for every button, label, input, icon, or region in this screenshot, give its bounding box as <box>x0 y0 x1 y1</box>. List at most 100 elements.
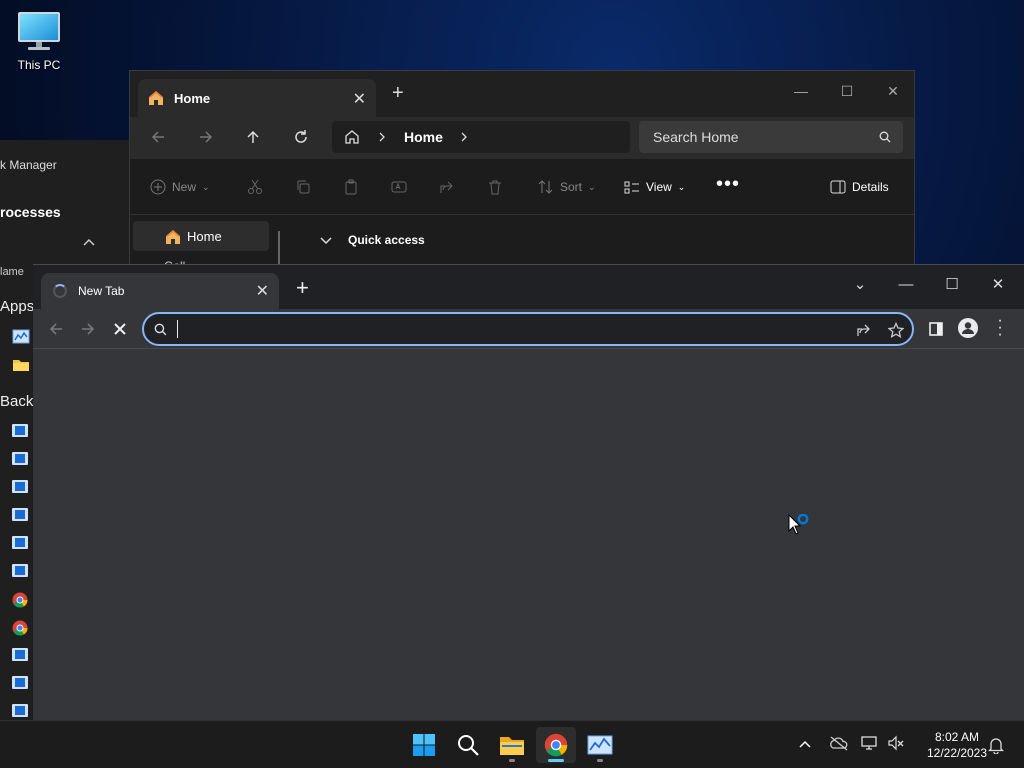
task-manager-section-title: rocesses <box>0 204 61 220</box>
close-tab-icon[interactable]: ✕ <box>353 89 366 109</box>
process-row[interactable] <box>12 329 30 345</box>
task-manager-icon <box>587 735 613 755</box>
view-label: View <box>646 180 672 194</box>
taskbar-task-manager[interactable] <box>580 727 620 763</box>
share-icon[interactable] <box>856 322 872 338</box>
refresh-icon[interactable] <box>293 129 309 145</box>
share-icon[interactable] <box>439 179 455 195</box>
more-options-button[interactable]: ••• <box>716 173 740 196</box>
view-list-icon <box>624 181 639 194</box>
search-input[interactable]: Search Home <box>639 121 903 153</box>
sort-button[interactable]: Sort ⌄ <box>538 179 596 195</box>
new-label: New <box>172 180 197 194</box>
explorer-address-bar: Home Search Home <box>130 117 914 159</box>
omnibox-input[interactable] <box>176 320 836 340</box>
breadcrumb-home[interactable]: Home <box>404 129 443 145</box>
details-pane-icon <box>830 180 846 194</box>
page-content-area[interactable] <box>33 350 1024 721</box>
process-icon <box>12 480 28 493</box>
chrome-icon <box>544 733 568 757</box>
resource-monitor-icon <box>12 329 30 344</box>
taskbar-search-button[interactable] <box>448 727 488 763</box>
process-row[interactable] <box>12 357 30 373</box>
quick-access-header[interactable]: Quick access <box>348 233 425 247</box>
process-row[interactable] <box>12 676 30 692</box>
chrome-tab-new-tab[interactable]: New Tab ✕ <box>41 273 279 309</box>
chevron-right-icon <box>379 132 385 142</box>
close-tab-icon[interactable]: ✕ <box>256 281 269 301</box>
process-row[interactable] <box>12 480 30 496</box>
plus-circle-icon <box>150 179 166 195</box>
process-row[interactable] <box>12 452 30 468</box>
cut-icon[interactable] <box>247 179 263 195</box>
column-header-name[interactable]: lame <box>0 266 24 278</box>
process-icon <box>12 452 28 465</box>
process-row[interactable] <box>12 592 30 608</box>
sort-icon <box>538 180 553 194</box>
sort-label: Sort <box>560 180 583 194</box>
process-row[interactable] <box>12 648 30 664</box>
back-arrow-icon[interactable] <box>48 321 64 337</box>
network-icon[interactable] <box>861 735 879 751</box>
volume-muted-icon[interactable] <box>887 735 905 751</box>
omnibox[interactable] <box>142 312 914 346</box>
notification-bell-icon[interactable] <box>988 736 1004 754</box>
process-row[interactable] <box>12 424 30 440</box>
explorer-tab-home[interactable]: Home ✕ <box>138 79 376 117</box>
process-row[interactable] <box>12 508 30 524</box>
delete-icon[interactable] <box>487 179 503 195</box>
desktop-icon-this-pc[interactable]: This PC <box>10 10 68 72</box>
breadcrumb[interactable]: Home <box>332 121 630 153</box>
active-indicator <box>548 759 564 762</box>
taskbar-file-explorer[interactable] <box>492 727 532 763</box>
close-window-button[interactable]: ✕ <box>975 269 1021 299</box>
process-icon <box>12 648 28 661</box>
tab-search-icon[interactable]: ⌄ <box>837 269 883 299</box>
new-tab-button[interactable]: + <box>296 277 309 299</box>
chevron-down-icon[interactable] <box>320 235 332 245</box>
process-icon <box>12 564 28 577</box>
home-icon <box>149 91 163 105</box>
new-button[interactable]: New ⌄ <box>150 179 210 195</box>
sidebar-item-home[interactable]: Home <box>133 221 269 251</box>
chevron-right-icon[interactable] <box>460 132 468 142</box>
forward-arrow-icon[interactable] <box>80 321 96 337</box>
process-row[interactable] <box>12 704 30 720</box>
taskbar-chrome[interactable] <box>536 727 576 763</box>
up-arrow-icon[interactable] <box>245 129 261 145</box>
chrome-menu-icon[interactable]: · · · <box>995 313 1005 343</box>
process-row[interactable] <box>12 620 30 636</box>
process-icon <box>12 676 28 689</box>
paste-icon[interactable] <box>343 179 359 195</box>
minimize-button[interactable]: — <box>778 77 824 105</box>
rename-icon[interactable] <box>391 179 407 195</box>
maximize-button[interactable]: ☐ <box>929 269 975 299</box>
busy-cursor-icon <box>788 514 812 540</box>
file-explorer-window: Home ✕ + — ☐ ✕ Home Search Home New ⌄ So… <box>129 70 916 273</box>
command-bar: New ⌄ Sort ⌄ View ⌄ ••• Details <box>130 159 914 215</box>
view-button[interactable]: View ⌄ <box>624 179 685 195</box>
process-row[interactable] <box>12 564 30 580</box>
back-arrow-icon[interactable] <box>150 129 166 145</box>
copy-icon[interactable] <box>295 179 311 195</box>
maximize-button[interactable]: ☐ <box>824 77 870 105</box>
profile-avatar-icon[interactable] <box>958 318 978 338</box>
bookmark-star-icon[interactable] <box>888 322 904 338</box>
onedrive-offline-icon[interactable] <box>829 735 849 751</box>
process-row[interactable] <box>12 536 30 552</box>
new-tab-button[interactable]: + <box>392 83 404 103</box>
close-window-button[interactable]: ✕ <box>870 77 916 105</box>
chrome-window: New Tab ✕ + ⌄ — ☐ ✕ · · · <box>33 264 1024 720</box>
details-button[interactable]: Details <box>830 179 889 195</box>
taskbar: 8:02 AM 12/22/2023 <box>0 720 1024 768</box>
folder-icon <box>500 737 524 755</box>
stop-loading-icon[interactable] <box>112 321 128 337</box>
side-panel-icon[interactable] <box>928 321 944 337</box>
chrome-toolbar: · · · <box>33 309 1024 349</box>
forward-arrow-icon[interactable] <box>198 129 214 145</box>
search-icon <box>458 735 479 756</box>
start-button[interactable] <box>404 727 444 763</box>
chevron-up-icon[interactable] <box>798 739 812 749</box>
chevron-up-icon[interactable] <box>82 237 96 247</box>
minimize-button[interactable]: — <box>883 269 929 299</box>
